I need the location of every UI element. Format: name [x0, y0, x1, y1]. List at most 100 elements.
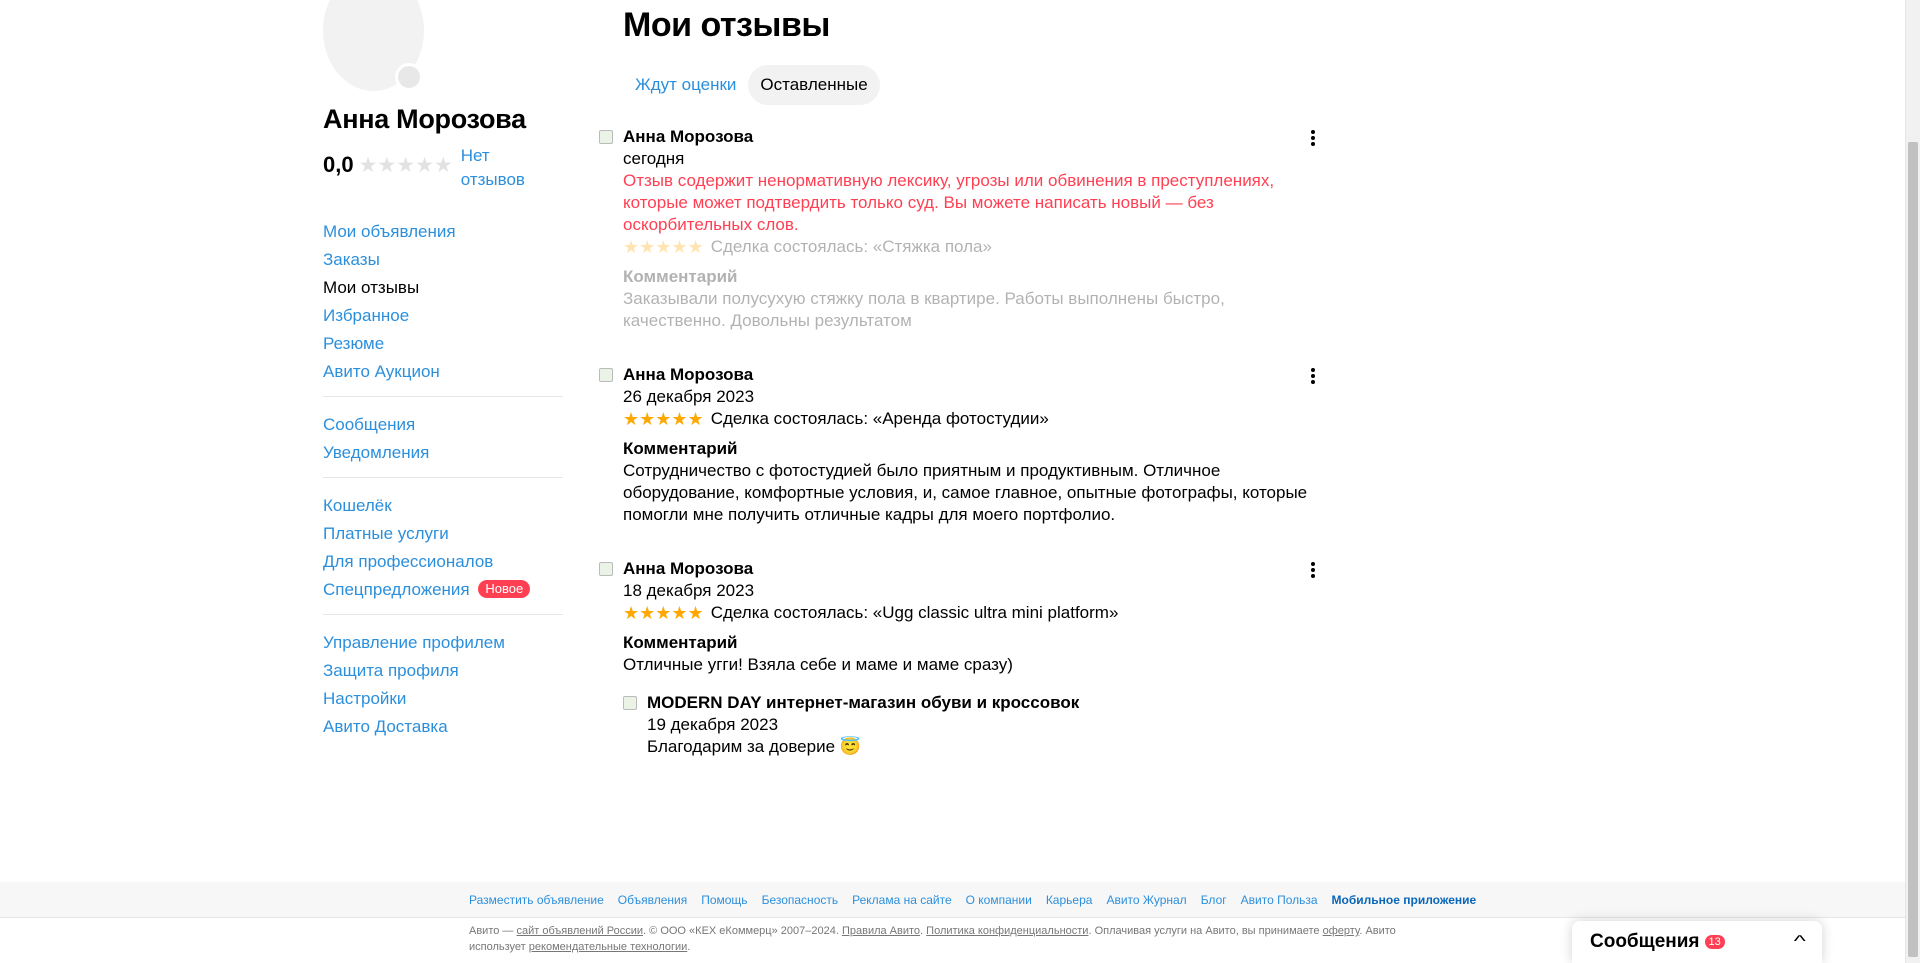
sidebar-item-messages[interactable]: Сообщения	[323, 411, 563, 439]
more-options-button[interactable]	[1303, 560, 1323, 580]
review-item: Анна Морозова 26 декабря 2023 ★★★★★ Сдел…	[599, 364, 1323, 526]
deal-text: Сделка состоялась: «Аренда фотостудии»	[710, 409, 1049, 428]
footer-link-careers[interactable]: Карьера	[1046, 893, 1093, 907]
broken-image-icon	[599, 562, 613, 576]
review-tabs: Ждут оценки Оставленные	[623, 65, 880, 105]
more-vertical-icon	[1311, 562, 1315, 566]
comment-text: Заказывали полусухую стяжку пола в кварт…	[623, 289, 1225, 330]
rating-row: 0,0 ★★★★★ Нет отзывов	[323, 144, 541, 192]
menu-group-settings: Управление профилем Защита профиля Настр…	[323, 629, 563, 751]
footer-link-security[interactable]: Безопасность	[762, 893, 839, 907]
legal-text: Авито —	[469, 925, 517, 937]
review-deal: ★★★★★ Сделка состоялась: «Стяжка пола»	[623, 236, 1323, 258]
sidebar-item-orders[interactable]: Заказы	[323, 246, 563, 274]
profile-name: Анна Морозова	[323, 104, 526, 134]
sidebar-item-wallet[interactable]: Кошелёк	[323, 492, 563, 520]
review-date: 18 декабря 2023	[623, 581, 755, 600]
sidebar-item-for-pros[interactable]: Для профессионалов	[323, 548, 563, 576]
footer-link-about[interactable]: О компании	[966, 893, 1032, 907]
legal-link-recommendations[interactable]: рекомендательные технологии	[529, 941, 688, 953]
review-deal: ★★★★★ Сделка состоялась: «Аренда фотосту…	[623, 408, 1323, 430]
menu-group-finance: Кошелёк Платные услуги Для профессионало…	[323, 492, 563, 615]
review-stars: ★★★★★	[623, 409, 704, 429]
sidebar-item-settings[interactable]: Настройки	[323, 685, 563, 713]
sidebar-item-paid-services[interactable]: Платные услуги	[323, 520, 563, 548]
sidebar-item-my-reviews[interactable]: Мои отзывы	[323, 274, 563, 302]
deal-text: Сделка состоялась: «Ugg classic ultra mi…	[710, 603, 1119, 622]
broken-image-icon	[599, 368, 613, 382]
sidebar-item-my-ads[interactable]: Мои объявления	[323, 218, 563, 246]
footer-link-blog[interactable]: Блог	[1201, 893, 1227, 907]
chevron-up-icon[interactable]: ^	[1794, 933, 1806, 951]
review-warning: Отзыв содержит ненормативную лексику, уг…	[623, 171, 1275, 234]
review-deal: ★★★★★ Сделка состоялась: «Ugg classic ul…	[623, 602, 1323, 624]
footer-link-ads[interactable]: Объявления	[618, 893, 687, 907]
review-stars: ★★★★★	[623, 237, 704, 257]
sidebar-item-notifications[interactable]: Уведомления	[323, 439, 563, 467]
seller-avatar	[623, 696, 639, 712]
scroll-thumb[interactable]	[1908, 142, 1918, 957]
tab-left[interactable]: Оставленные	[748, 65, 880, 105]
legal-text: . Оплачивая услуги на Авито, вы принимае…	[1088, 925, 1323, 937]
comment-title: Комментарий	[623, 439, 738, 458]
sidebar-menu: Мои объявления Заказы Мои отзывы Избранн…	[323, 218, 563, 765]
legal-link-privacy[interactable]: Политика конфиденциальности	[926, 925, 1088, 937]
messenger-title: Сообщения	[1590, 931, 1700, 952]
footer-link-advertising[interactable]: Реклама на сайте	[852, 893, 952, 907]
sidebar-item-auction[interactable]: Авито Аукцион	[323, 358, 563, 386]
legal-link-offer[interactable]: оферту	[1323, 925, 1360, 937]
avatar-status-dot	[395, 63, 423, 91]
reviewer-avatar	[599, 368, 615, 384]
new-badge: Новое	[478, 580, 531, 598]
sidebar-item-delivery[interactable]: Авито Доставка	[323, 713, 563, 741]
tab-awaiting[interactable]: Ждут оценки	[623, 65, 748, 105]
review-date: 26 декабря 2023	[623, 387, 755, 406]
comment-text: Отличные угги! Взяла себе и маме и маме …	[623, 655, 1013, 674]
footer-legal: Авито — сайт объявлений России. © ООО «К…	[0, 918, 1450, 955]
more-options-button[interactable]	[1303, 366, 1323, 386]
scrollbar[interactable]	[1905, 0, 1920, 963]
legal-text: . © ООО «КЕХ еКоммерц» 2007–2024.	[643, 925, 842, 937]
more-vertical-icon	[1311, 368, 1315, 372]
menu-group-communication: Сообщения Уведомления	[323, 411, 563, 478]
menu-group-main: Мои объявления Заказы Мои отзывы Избранн…	[323, 218, 563, 397]
footer-link-journal[interactable]: Авито Журнал	[1106, 893, 1186, 907]
rating-value: 0,0	[323, 152, 354, 177]
footer-link-help[interactable]: Помощь	[701, 893, 747, 907]
sidebar-item-special-offers[interactable]: Спецпредложения Новое	[323, 576, 563, 604]
legal-link-site[interactable]: сайт объявлений России	[516, 925, 643, 937]
more-options-button[interactable]	[1303, 128, 1323, 148]
review-date: сегодня	[623, 149, 685, 168]
review-stars: ★★★★★	[623, 603, 704, 623]
review-faded-content: ★★★★★ Сделка состоялась: «Стяжка пола» К…	[623, 236, 1323, 332]
sidebar-item-resume[interactable]: Резюме	[323, 330, 563, 358]
footer-links: Разместить объявление Объявления Помощь …	[0, 882, 1905, 918]
reviewer-avatar	[599, 562, 615, 578]
page-title: Мои отзывы	[623, 6, 830, 44]
deal-text: Сделка состоялась: «Стяжка пола»	[710, 237, 992, 256]
rating-stars: ★★★★★	[358, 154, 453, 177]
legal-text: .	[687, 941, 691, 953]
footer-link-post-ad[interactable]: Разместить объявление	[469, 893, 604, 907]
messenger-count-badge: 13	[1704, 935, 1725, 949]
footer-link-benefit[interactable]: Авито Польза	[1241, 893, 1318, 907]
review-author: Анна Морозова	[623, 127, 754, 146]
review-author: Анна Морозова	[623, 365, 754, 384]
broken-image-icon	[623, 696, 637, 710]
sidebar-item-profile-management[interactable]: Управление профилем	[323, 629, 563, 657]
legal-link-rules[interactable]: Правила Авито	[842, 925, 920, 937]
no-reviews-link[interactable]: Нет отзывов	[461, 144, 541, 192]
messenger-widget[interactable]: Сообщения 13 ^	[1572, 921, 1822, 963]
sidebar-item-favorites[interactable]: Избранное	[323, 302, 563, 330]
sidebar-item-profile-protection[interactable]: Защита профиля	[323, 657, 563, 685]
broken-image-icon	[599, 130, 613, 144]
comment-text: Сотрудничество с фотостудией было приятн…	[623, 461, 1308, 524]
sidebar-item-label: Спецпредложения	[323, 580, 470, 599]
review-item: Анна Морозова 18 декабря 2023 ★★★★★ Сдел…	[599, 558, 1323, 758]
footer-link-mobile-app[interactable]: Мобильное приложение	[1332, 893, 1477, 907]
reviewer-avatar	[599, 130, 615, 146]
reply-date: 19 декабря 2023	[647, 715, 779, 734]
seller-reply: MODERN DAY интернет-магазин обуви и крос…	[623, 692, 1323, 758]
comment-title: Комментарий	[623, 633, 738, 652]
more-vertical-icon	[1311, 130, 1315, 134]
